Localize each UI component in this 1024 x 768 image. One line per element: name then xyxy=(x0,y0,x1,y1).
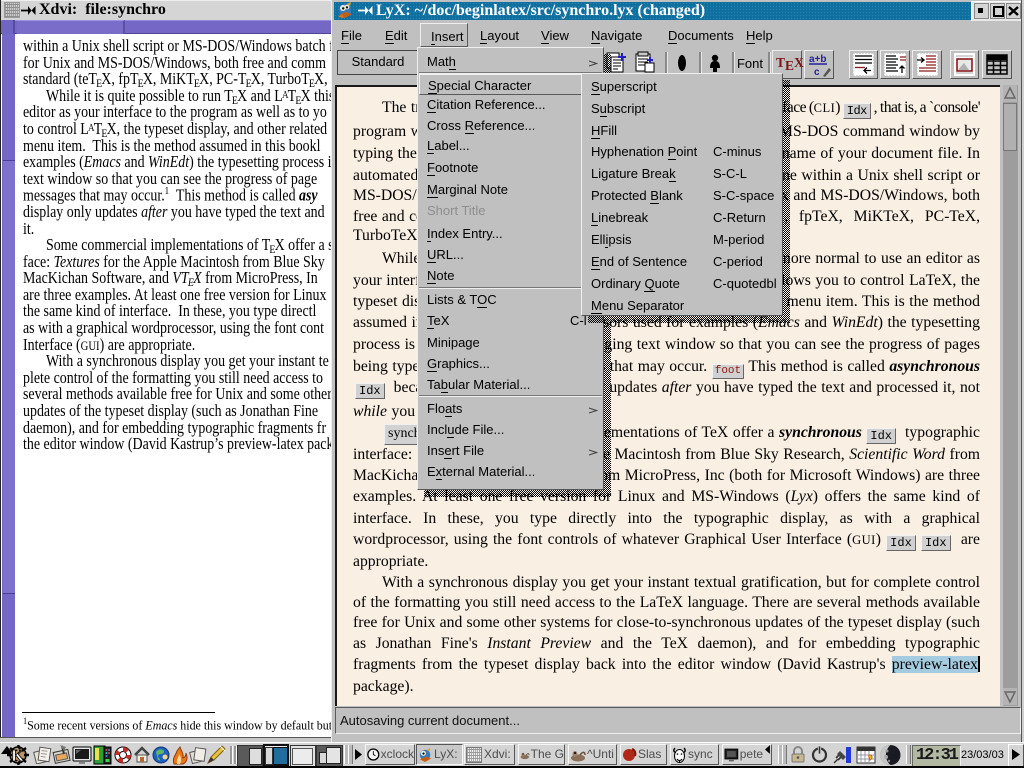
svg-text:c: c xyxy=(814,67,820,78)
svg-text:K: K xyxy=(11,746,25,765)
